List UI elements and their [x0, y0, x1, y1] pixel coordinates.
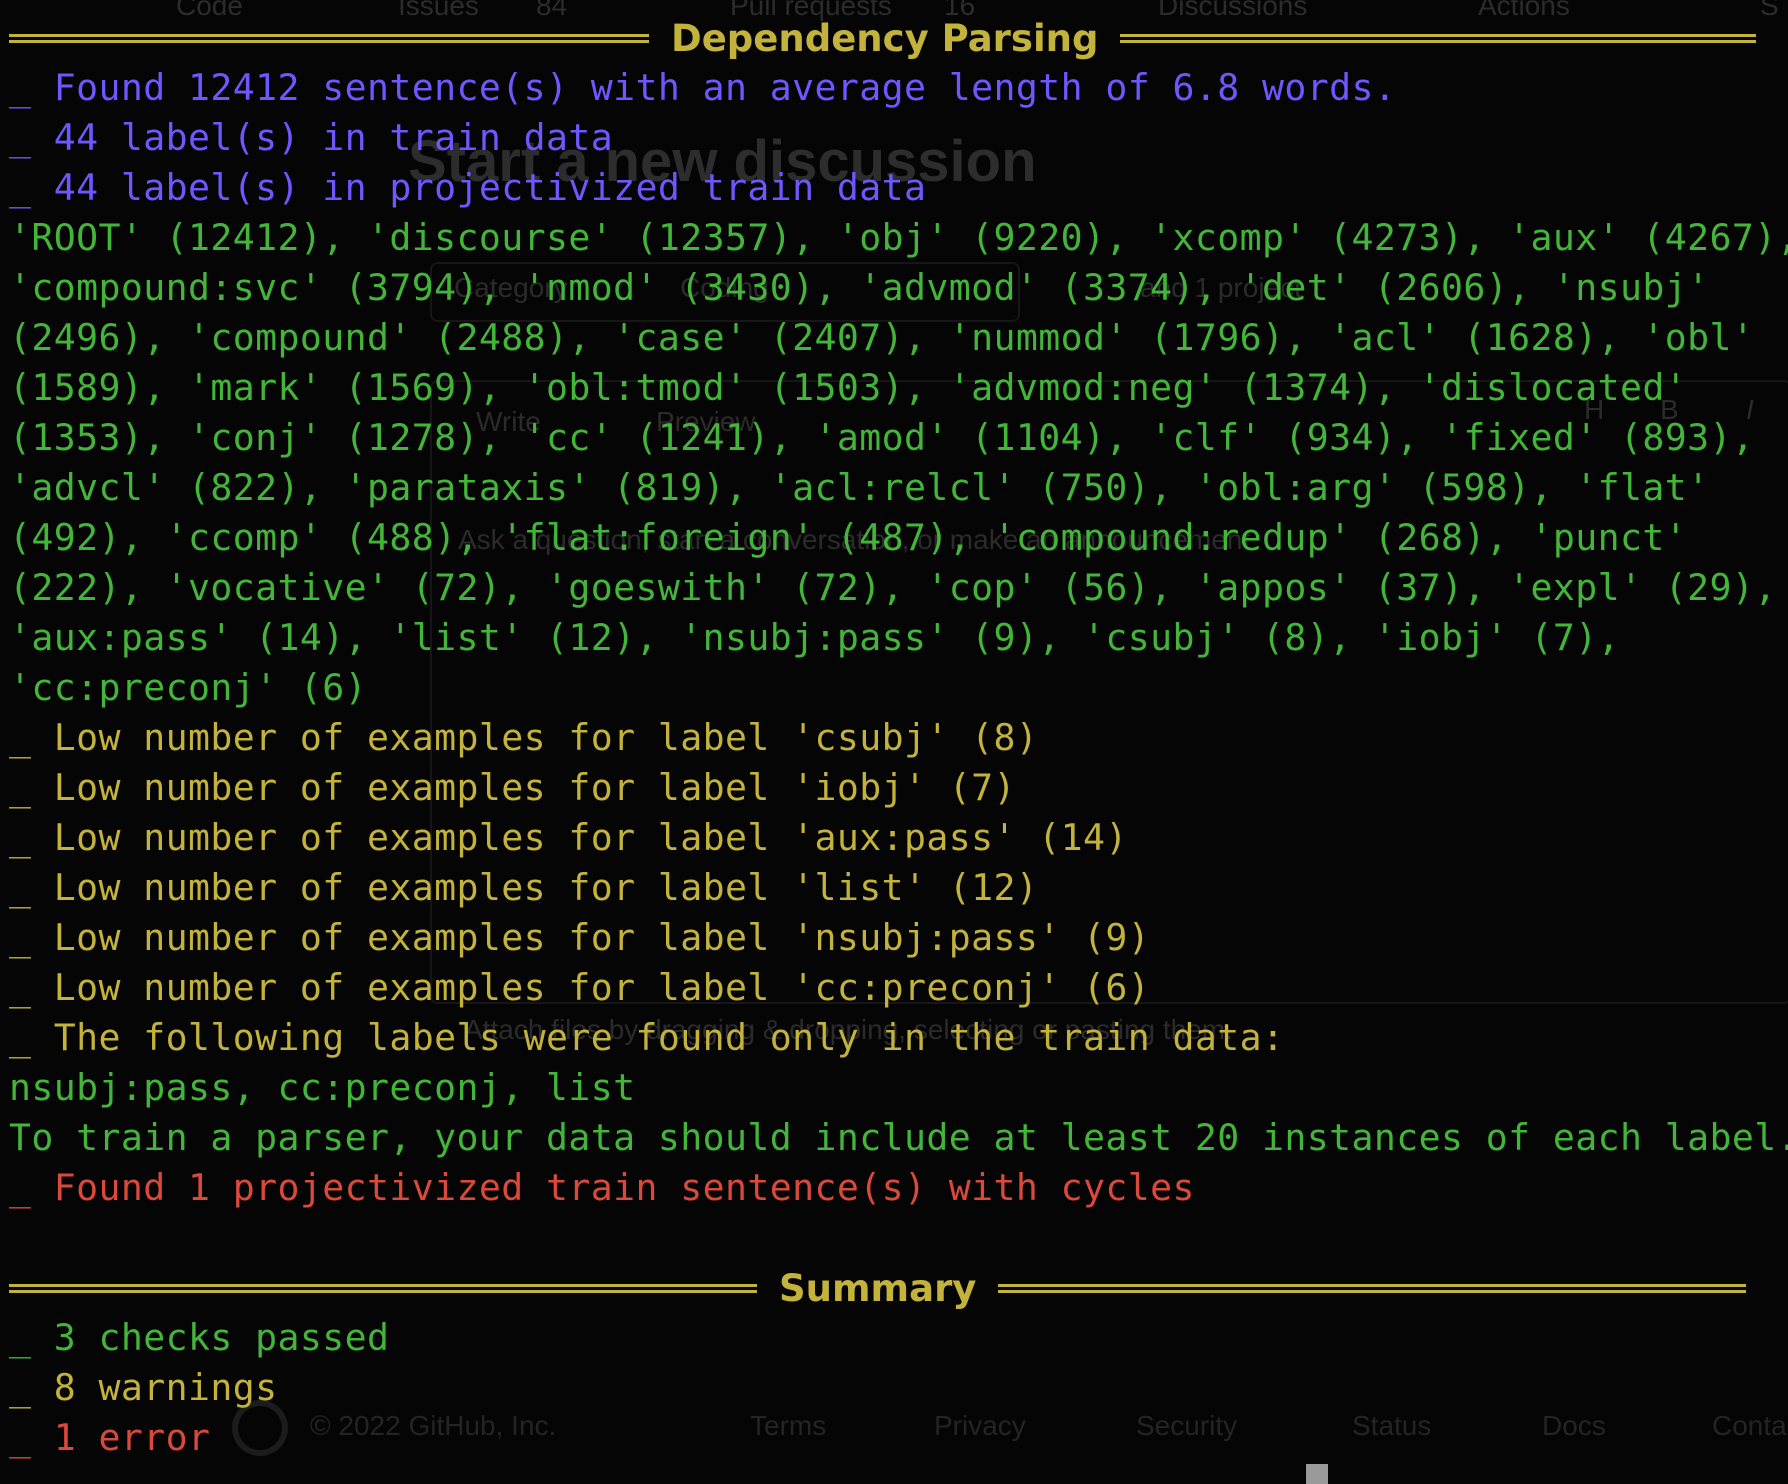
- header-rule-left: [9, 33, 649, 43]
- summary-rule-left: [9, 1283, 757, 1293]
- terminal-output[interactable]: Dependency Parsing _ Found 12412 sentenc…: [9, 13, 1788, 1463]
- log-line-good: 'ROOT' (12412), 'discourse' (12357), 'ob…: [9, 216, 1788, 259]
- summary-line-good: _ 3 checks passed: [9, 1316, 390, 1359]
- summary-line-warn: _ 8 warnings: [9, 1366, 278, 1409]
- log-line-info: _ Found 12412 sentence(s) with an averag…: [9, 66, 1397, 109]
- summary-line-fail: _ 1 error: [9, 1416, 211, 1459]
- log-line-good: (2496), 'compound' (2488), 'case' (2407)…: [9, 316, 1755, 359]
- log-line-warn: _ Low number of examples for label 'aux:…: [9, 816, 1128, 859]
- summary-rule-right: [998, 1283, 1747, 1293]
- log-line-good: (492), 'ccomp' (488), 'flat:foreign' (48…: [9, 516, 1688, 559]
- log-line-warn: _ Low number of examples for label 'iobj…: [9, 766, 1016, 809]
- log-line-warn: _ Low number of examples for label 'list…: [9, 866, 1039, 909]
- log-line-warn: _ Low number of examples for label 'csub…: [9, 716, 1039, 759]
- summary-header: Summary: [9, 1263, 1778, 1313]
- log-line-good: (1353), 'conj' (1278), 'cc' (1241), 'amo…: [9, 416, 1755, 459]
- log-line-fail: _ Found 1 projectivized train sentence(s…: [9, 1166, 1195, 1209]
- dependency-parsing-title: Dependency Parsing: [671, 16, 1099, 60]
- log-line-good: 'advcl' (822), 'parataxis' (819), 'acl:r…: [9, 466, 1710, 509]
- log-line-info: _ 44 label(s) in train data: [9, 116, 614, 159]
- dependency-parsing-header: Dependency Parsing: [9, 13, 1778, 63]
- log-line-good: 'aux:pass' (14), 'list' (12), 'nsubj:pas…: [9, 616, 1620, 659]
- log-line-good: (1589), 'mark' (1569), 'obl:tmod' (1503)…: [9, 366, 1688, 409]
- log-line-warn: _ Low number of examples for label 'cc:p…: [9, 966, 1151, 1009]
- log-line-good: nsubj:pass, cc:preconj, list: [9, 1066, 636, 1109]
- log-line-good: 'cc:preconj' (6): [9, 666, 367, 709]
- summary-lines: _ 3 checks passed _ 8 warnings _ 1 error: [9, 1313, 1778, 1463]
- summary-title: Summary: [779, 1266, 977, 1310]
- log-line-good: To train a parser, your data should incl…: [9, 1116, 1788, 1159]
- header-rule-right: [1120, 33, 1757, 43]
- log-lines: _ Found 12412 sentence(s) with an averag…: [9, 63, 1788, 1213]
- log-line-good: 'compound:svc' (3794), 'nmod' (3430), 'a…: [9, 266, 1710, 309]
- log-line-good: (222), 'vocative' (72), 'goeswith' (72),…: [9, 566, 1777, 609]
- terminal-cursor: [1306, 1464, 1328, 1484]
- log-line-warn: _ The following labels were found only i…: [9, 1016, 1285, 1059]
- log-line-warn: _ Low number of examples for label 'nsub…: [9, 916, 1151, 959]
- log-line-info: _ 44 label(s) in projectivized train dat…: [9, 166, 927, 209]
